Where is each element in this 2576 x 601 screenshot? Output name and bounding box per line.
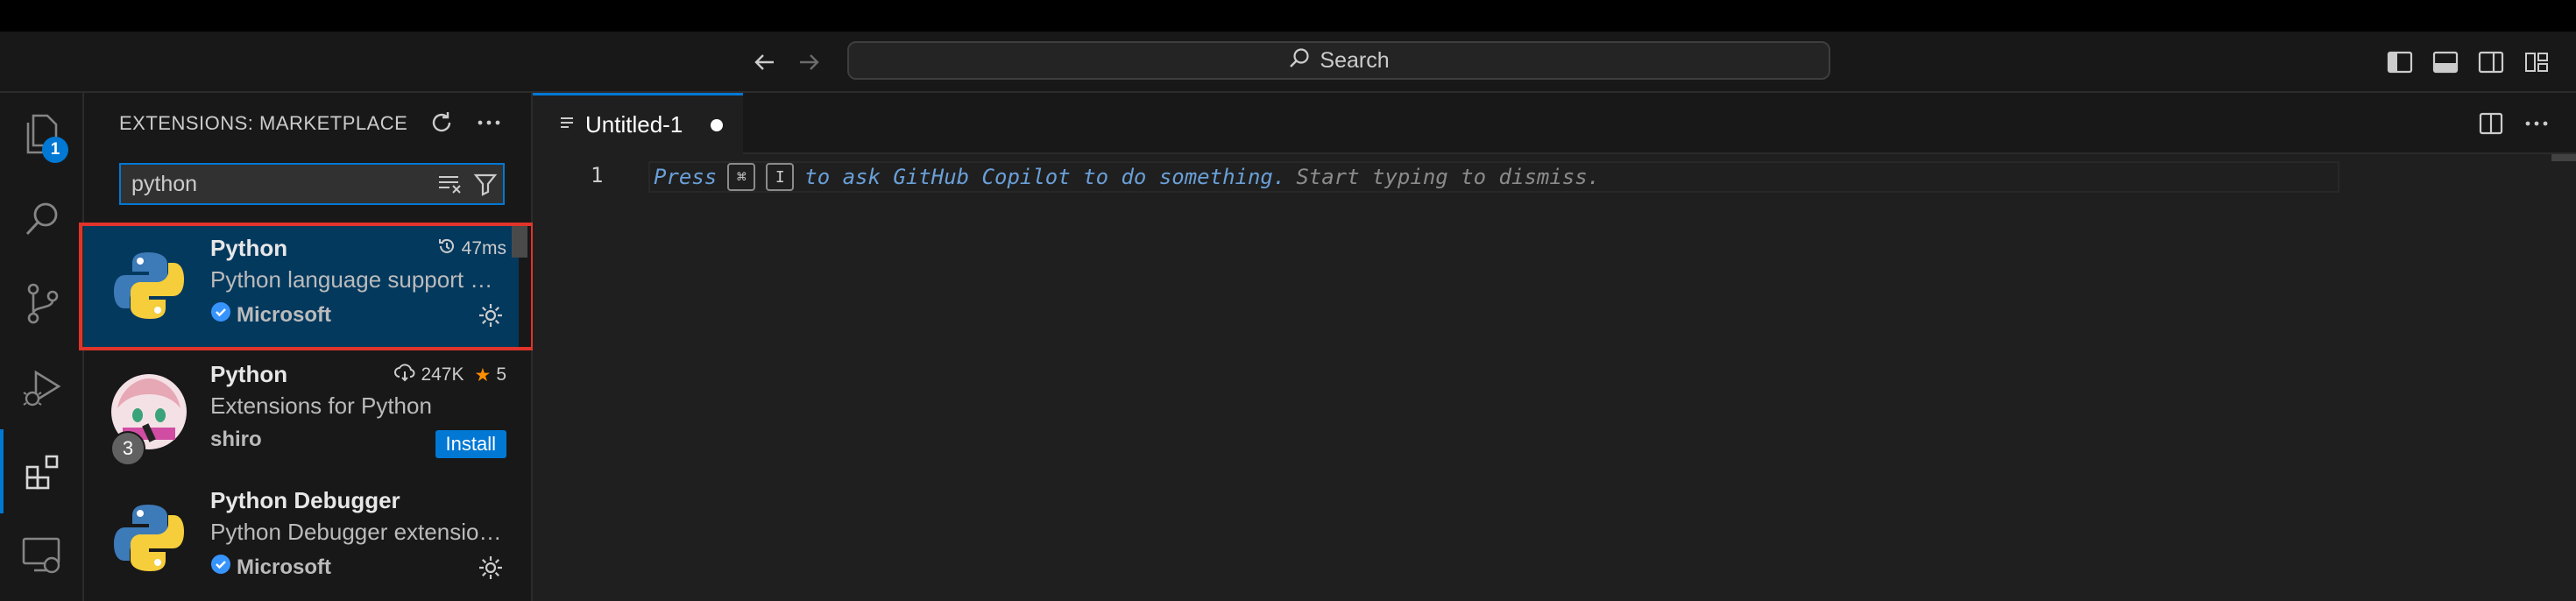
extension-name: Python Debugger — [210, 487, 400, 513]
run-debug-icon[interactable] — [0, 345, 84, 429]
manage-gear-icon[interactable] — [477, 554, 505, 582]
command-center-label: Search — [1320, 47, 1390, 73]
highlight-annotation-box — [79, 223, 534, 350]
customize-layout-icon[interactable] — [2522, 47, 2551, 77]
search-icon — [1288, 46, 1311, 75]
list-item[interactable]: 3 Python 247K ★ 5 Extensions for Python … — [84, 349, 519, 475]
back-arrow-icon[interactable] — [750, 47, 780, 77]
tab-untitled-1[interactable]: Untitled-1 — [533, 93, 743, 154]
text-file-icon — [559, 111, 575, 138]
explorer-icon[interactable]: 1 — [0, 93, 84, 177]
install-count-badge: 3 — [110, 431, 145, 466]
more-actions-icon[interactable] — [473, 107, 505, 138]
refresh-icon[interactable] — [426, 107, 457, 138]
extension-publisher: shiro — [210, 428, 262, 451]
command-key-icon: ⌘ — [727, 163, 756, 191]
download-cloud-icon — [394, 363, 415, 387]
title-bar: Search — [0, 32, 2576, 93]
tab-label: Untitled-1 — [585, 111, 683, 138]
line-number: 1 — [591, 163, 604, 187]
list-item[interactable]: Python Debugger Python Debugger extensio… — [84, 475, 519, 601]
forward-arrow-icon[interactable] — [794, 47, 824, 77]
search-view-icon[interactable] — [0, 177, 84, 261]
editor-more-actions-icon[interactable] — [2522, 109, 2551, 138]
editor-scrollbar[interactable] — [2551, 154, 2576, 161]
download-stats: 247K ★ 5 — [394, 363, 506, 387]
toggle-secondary-sidebar-icon[interactable] — [2476, 47, 2506, 77]
extension-publisher: Microsoft — [210, 554, 331, 581]
extension-name: Python — [210, 361, 288, 387]
editor-tab-bar: Untitled-1 — [533, 93, 2576, 154]
toggle-primary-sidebar-icon[interactable] — [2385, 47, 2415, 77]
extensions-search-box — [119, 163, 505, 205]
filter-icon[interactable] — [468, 165, 503, 203]
star-icon: ★ — [474, 364, 492, 385]
source-control-icon[interactable] — [0, 261, 84, 345]
sidebar-title: EXTENSIONS: MARKETPLACE — [119, 112, 408, 134]
editor-area: Untitled-1 1 Press ⌘ I to ask GitHub Cop… — [533, 93, 2576, 601]
install-button[interactable]: Install — [435, 430, 506, 458]
python-logo-icon — [110, 499, 188, 576]
extension-description: Extensions for Python — [210, 392, 432, 419]
extensions-search-input[interactable] — [121, 164, 433, 204]
extension-description: Python Debugger extension using debugpy — [210, 519, 508, 545]
copilot-hint: Press ⌘ I to ask GitHub Copilot to do so… — [654, 163, 1601, 191]
explorer-badge: 1 — [42, 137, 68, 163]
i-key: I — [766, 163, 795, 191]
remote-explorer-icon[interactable] — [0, 513, 84, 597]
window-top-strip — [0, 0, 2576, 32]
verified-badge-icon — [210, 554, 231, 581]
command-center-search[interactable]: Search — [847, 41, 1830, 80]
unsaved-dot-icon[interactable] — [711, 118, 724, 131]
split-editor-icon[interactable] — [2476, 109, 2506, 138]
clear-filter-icon[interactable] — [433, 165, 468, 203]
activity-bar: 1 — [0, 93, 84, 601]
toggle-panel-icon[interactable] — [2431, 47, 2460, 77]
extensions-view-icon[interactable] — [0, 429, 84, 513]
code-editor[interactable]: 1 Press ⌘ I to ask GitHub Copilot to do … — [533, 154, 2576, 601]
